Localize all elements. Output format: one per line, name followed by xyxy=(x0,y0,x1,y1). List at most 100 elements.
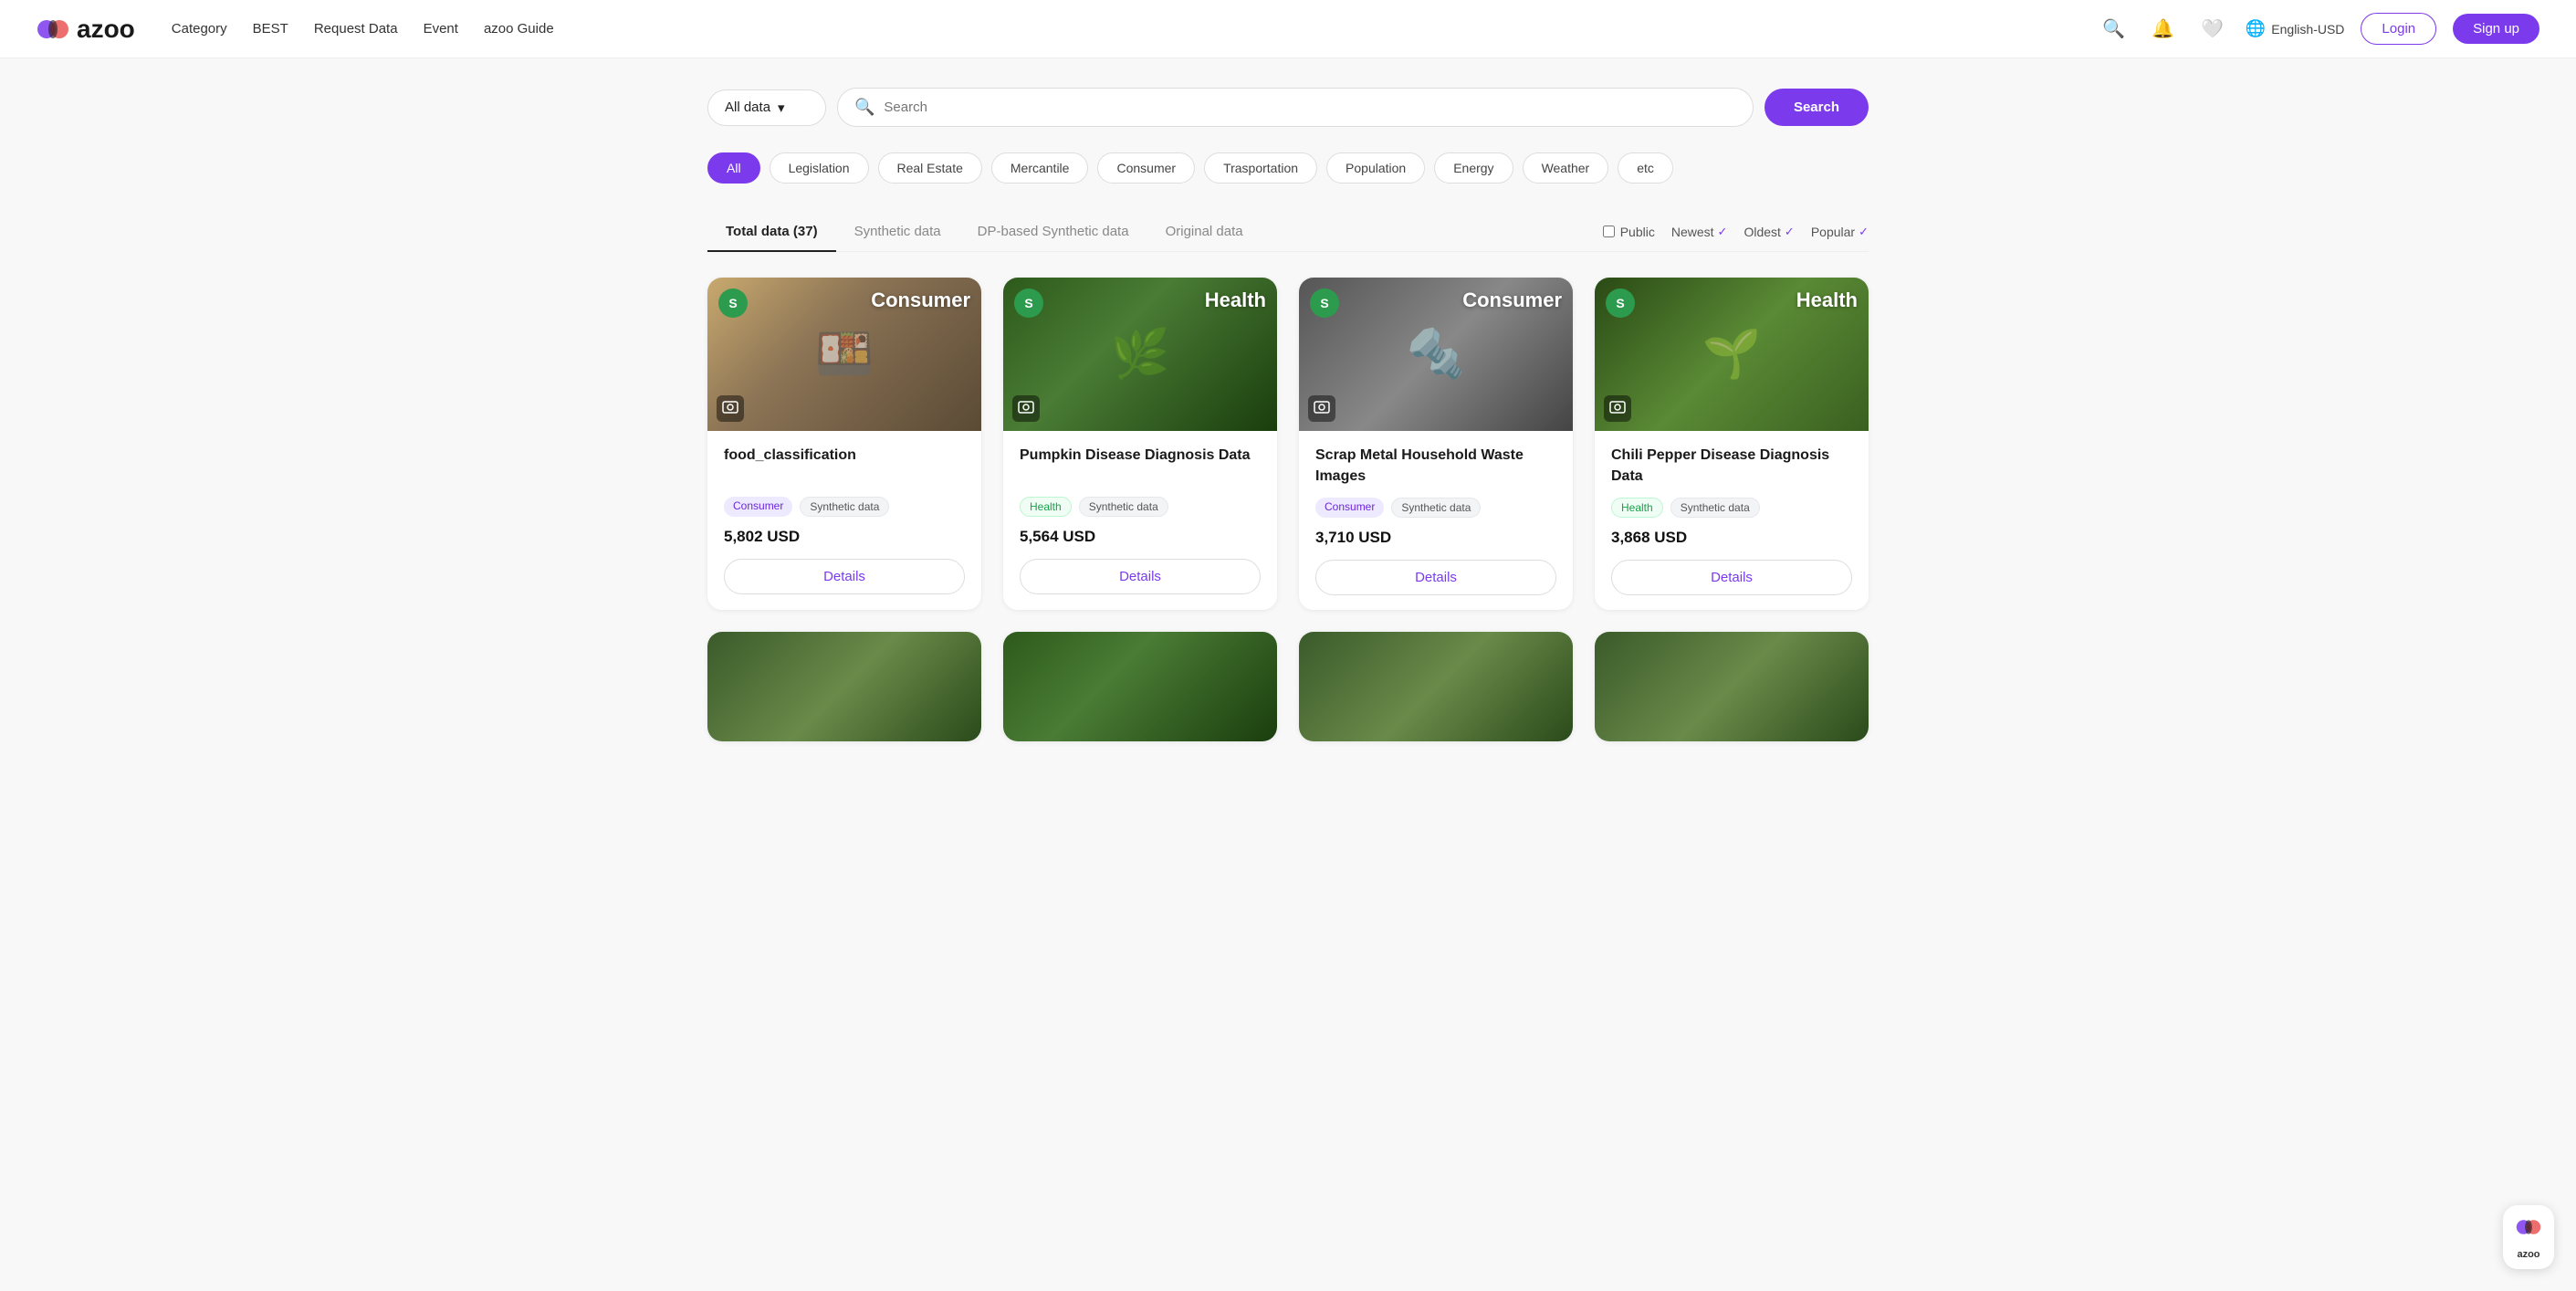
tag-synthetic: Synthetic data xyxy=(1391,498,1481,518)
nav-links: Category BEST Request Data Event azoo Guide xyxy=(172,21,554,37)
notification-button[interactable]: 🔔 xyxy=(2147,13,2180,46)
card-image-emoji: 🍱 xyxy=(815,326,874,382)
card-category-label: Consumer xyxy=(1462,289,1562,312)
card-title: Chili Pepper Disease Diagnosis Data xyxy=(1611,446,1852,487)
card-category-label: Consumer xyxy=(871,289,970,312)
card-tags: HealthSynthetic data xyxy=(1611,498,1852,518)
card-badge: S xyxy=(718,289,748,318)
nav-link-event[interactable]: Event xyxy=(424,21,458,37)
card-image-emoji: 🔩 xyxy=(1407,326,1466,382)
card-badge: S xyxy=(1310,289,1339,318)
newest-check: ✓ xyxy=(1718,225,1728,239)
filter-chip-all[interactable]: All xyxy=(707,152,760,184)
logo[interactable]: azoo xyxy=(37,13,135,46)
bottom-card-bc-1 xyxy=(707,632,981,741)
sort-oldest[interactable]: Oldest ✓ xyxy=(1744,225,1794,239)
bottom-card-bc-4 xyxy=(1595,632,1869,741)
tag-synthetic: Synthetic data xyxy=(1079,497,1168,517)
bottom-card-bc-2 xyxy=(1003,632,1277,741)
filter-chip-transportation[interactable]: Trasportation xyxy=(1204,152,1317,184)
floating-logo-icon xyxy=(2516,1214,2541,1245)
data-card-card-1[interactable]: 🍱 S Consumer food_classification Consume… xyxy=(707,278,981,611)
card-body: Scrap Metal Household Waste Images Consu… xyxy=(1299,431,1573,610)
tabs-row: Total data (37)Synthetic dataDP-based Sy… xyxy=(707,213,1869,252)
sort-popular[interactable]: Popular ✓ xyxy=(1811,225,1869,239)
nav-link-request-data[interactable]: Request Data xyxy=(314,21,398,37)
public-checkbox[interactable] xyxy=(1603,226,1615,237)
card-img-icon xyxy=(1604,395,1631,422)
bell-icon: 🔔 xyxy=(2152,17,2174,40)
tab-original[interactable]: Original data xyxy=(1147,213,1262,252)
card-details-button[interactable]: Details xyxy=(1611,560,1852,595)
tabs-left: Total data (37)Synthetic dataDP-based Sy… xyxy=(707,213,1262,251)
card-tags: Health Synthetic data xyxy=(1020,497,1261,517)
tag-synthetic: Synthetic data xyxy=(1670,498,1760,518)
tab-dp-synthetic[interactable]: DP-based Synthetic data xyxy=(959,213,1147,252)
filter-chip-etc[interactable]: etc xyxy=(1618,152,1673,184)
sort-newest[interactable]: Newest ✓ xyxy=(1671,225,1728,239)
filter-chip-energy[interactable]: Energy xyxy=(1434,152,1513,184)
nav-link-azoo-guide[interactable]: azoo Guide xyxy=(484,21,554,37)
search-icon-button[interactable]: 🔍 xyxy=(2098,13,2131,46)
card-tags: Consumer Synthetic data xyxy=(1315,498,1556,518)
card-image-wrapper: 🍱 S Consumer xyxy=(707,278,981,432)
tag-synthetic: Synthetic data xyxy=(800,497,889,517)
search-input[interactable] xyxy=(884,100,1736,115)
tab-total[interactable]: Total data (37) xyxy=(707,213,836,252)
tag-health: Health xyxy=(1020,497,1072,517)
data-card-card-2[interactable]: 🌿 S Health Pumpkin Disease Diagnosis Dat… xyxy=(1003,278,1277,611)
card-price: 3,868 USD xyxy=(1611,529,1852,547)
card-details-button[interactable]: Details xyxy=(1020,559,1261,594)
login-button[interactable]: Login xyxy=(2361,13,2436,45)
filter-chip-population[interactable]: Population xyxy=(1326,152,1425,184)
search-button[interactable]: Search xyxy=(1764,89,1869,126)
card-category-label: Health xyxy=(1205,289,1266,312)
filter-row: All Legislation Real Estate MercantileConsu… xyxy=(707,152,1869,184)
popular-check: ✓ xyxy=(1859,225,1869,239)
card-details-button[interactable]: Details xyxy=(1315,560,1556,595)
bottom-card-image xyxy=(1595,632,1869,741)
card-price: 5,564 USD xyxy=(1020,528,1261,546)
data-type-label: All data xyxy=(725,100,770,115)
signup-button[interactable]: Sign up xyxy=(2453,14,2539,44)
card-body: Pumpkin Disease Diagnosis Data HealthSyn… xyxy=(1003,431,1277,609)
wishlist-button[interactable]: 🤍 xyxy=(2196,13,2229,46)
bottom-card-image xyxy=(707,632,981,741)
nav-link-category[interactable]: Category xyxy=(172,21,227,37)
logo-icon xyxy=(37,13,69,46)
filter-chip-legislation[interactable]: Legislation xyxy=(770,152,869,184)
floating-logo-text: azoo xyxy=(2517,1249,2539,1260)
tag-consumer: Consumer xyxy=(724,497,792,517)
navbar-right: 🔍 🔔 🤍 🌐 English-USD Login Sign up xyxy=(2098,13,2539,46)
search-input-wrapper: 🔍 xyxy=(837,88,1754,127)
card-title: Scrap Metal Household Waste Images xyxy=(1315,446,1556,487)
card-badge: S xyxy=(1606,289,1635,318)
card-body: Chili Pepper Disease Diagnosis Data Heal… xyxy=(1595,431,1869,610)
data-grid: 🍱 S Consumer food_classification Consume… xyxy=(707,278,1869,611)
tag-consumer: Consumer xyxy=(1315,498,1384,518)
bottom-cards-row xyxy=(707,632,1869,741)
public-label: Public xyxy=(1620,225,1655,239)
filter-chip-real-estate[interactable]: Real Estate xyxy=(878,152,982,184)
filter-chip-weather[interactable]: Weather xyxy=(1523,152,1609,184)
public-checkbox-label[interactable]: Public xyxy=(1603,225,1655,239)
data-card-card-3[interactable]: 🔩 S Consumer Scrap Metal Household Waste… xyxy=(1299,278,1573,611)
tab-synthetic[interactable]: Synthetic data xyxy=(836,213,959,252)
filter-chip-consumer[interactable]: Consumer xyxy=(1097,152,1195,184)
nav-link-best[interactable]: BEST xyxy=(253,21,288,37)
card-details-button[interactable]: Details xyxy=(724,559,965,594)
bottom-card-image xyxy=(1299,632,1573,741)
card-badge: S xyxy=(1014,289,1043,318)
data-type-select[interactable]: All data ▾ xyxy=(707,89,826,126)
card-tags: Consumer Synthetic data xyxy=(724,497,965,517)
main-content: All data ▾ 🔍 Search All Legislation Real E… xyxy=(686,58,1890,771)
oldest-check: ✓ xyxy=(1785,225,1795,239)
search-bar-row: All data ▾ 🔍 Search xyxy=(707,88,1869,127)
floating-logo[interactable]: azoo xyxy=(2503,1205,2554,1269)
filter-chip-mercantile[interactable]: Mercantile xyxy=(991,152,1089,184)
data-card-card-4[interactable]: 🌱 S Health Chili Pepper Disease Diagnosi… xyxy=(1595,278,1869,611)
search-icon: 🔍 xyxy=(2102,17,2125,40)
card-img-icon xyxy=(1308,395,1335,422)
language-button[interactable]: 🌐 English-USD xyxy=(2246,19,2345,38)
navbar-left: azoo Category BEST Request Data Event azoo G… xyxy=(37,13,554,46)
